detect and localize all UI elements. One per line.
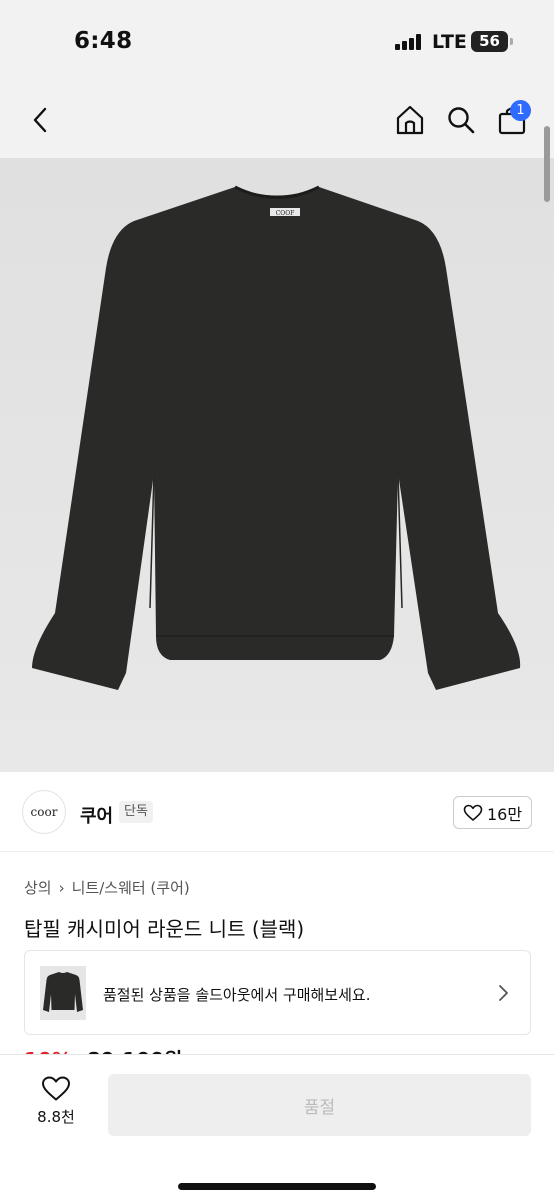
heart-icon	[42, 1076, 70, 1101]
product-title: 탑필 캐시미어 라운드 니트 (블랙)	[24, 917, 305, 941]
battery-icon: 56	[471, 31, 513, 52]
breadcrumb-subcategory[interactable]: 니트/스웨터 (쿠어)	[72, 877, 190, 898]
exclusive-badge: 단독	[119, 801, 153, 823]
cellular-signal-icon	[395, 34, 423, 50]
cart-button[interactable]	[492, 82, 532, 158]
heart-icon	[463, 804, 483, 821]
brand-row: coor 쿠어 단독 16만	[0, 772, 554, 852]
garment-label: COOF	[276, 210, 295, 217]
brand-like-button[interactable]: 16만	[453, 796, 532, 829]
chevron-right-icon	[499, 985, 508, 1001]
soldout-resale-banner[interactable]: 품절된 상품을 솔드아웃에서 구매해보세요.	[24, 950, 531, 1035]
page-scrollbar[interactable]	[544, 126, 550, 202]
network-type: LTE	[432, 31, 467, 53]
breadcrumb-separator: ›	[58, 878, 65, 897]
top-nav-bar	[0, 82, 554, 158]
bottom-action-bar: 8.8천 품절	[0, 1054, 554, 1200]
home-indicator[interactable]	[178, 1183, 376, 1190]
product-image[interactable]: COOF	[0, 158, 554, 772]
wishlist-count: 8.8천	[37, 1108, 75, 1126]
breadcrumb-category[interactable]: 상의	[24, 877, 52, 898]
search-button[interactable]	[441, 82, 481, 158]
brand-logo[interactable]: coor	[22, 790, 66, 834]
soldout-button[interactable]: 품절	[108, 1074, 531, 1136]
home-icon	[396, 105, 424, 135]
cart-count-badge: 1	[510, 100, 531, 121]
banner-thumbnail	[40, 966, 86, 1020]
back-button[interactable]	[20, 82, 60, 158]
banner-text: 품절된 상품을 솔드아웃에서 구매해보세요.	[103, 986, 371, 1004]
wishlist-button[interactable]: 8.8천	[28, 1075, 84, 1135]
home-button[interactable]	[390, 82, 430, 158]
status-time: 6:48	[74, 28, 133, 54]
breadcrumb: 상의 › 니트/스웨터 (쿠어)	[24, 877, 190, 898]
search-icon	[448, 107, 475, 134]
brand-like-count: 16만	[486, 804, 523, 824]
status-bar: 6:48 LTE 56	[0, 0, 554, 82]
sweater-illustration: COOF	[32, 185, 521, 690]
chevron-left-icon	[33, 107, 47, 133]
brand-name[interactable]: 쿠어	[80, 802, 113, 828]
